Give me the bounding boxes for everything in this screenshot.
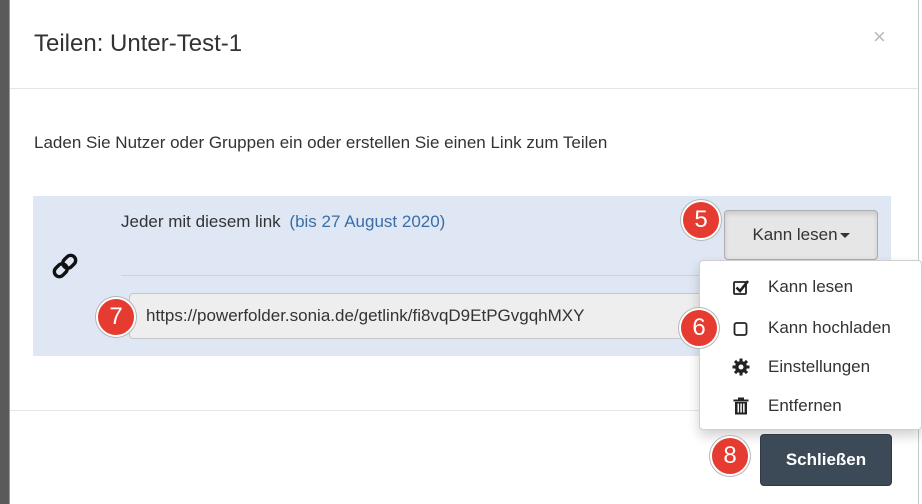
link-icon bbox=[52, 253, 78, 279]
caret-down-icon bbox=[839, 233, 850, 239]
menu-item-label: Kann lesen bbox=[768, 277, 854, 296]
checkbox-checked-icon bbox=[733, 280, 750, 295]
dialog-header: Teilen: Unter-Test-1 × bbox=[10, 0, 918, 89]
close-icon[interactable]: × bbox=[873, 24, 886, 50]
step-badge-7: 7 bbox=[96, 297, 136, 337]
menu-item-kann-lesen[interactable]: Kann lesen bbox=[700, 268, 922, 306]
menu-item-entfernen[interactable]: Entfernen bbox=[700, 387, 922, 425]
menu-item-label: Entfernen bbox=[768, 396, 842, 415]
permission-dropdown-button[interactable]: Kann lesen bbox=[724, 210, 878, 260]
share-link-expiry[interactable]: (bis 27 August 2020) bbox=[289, 212, 445, 231]
share-link-label: Jeder mit diesem link (bis 27 August 202… bbox=[121, 212, 445, 232]
step-badge-5: 5 bbox=[681, 200, 721, 240]
permission-menu: Kann lesen Kann hochladen Einstellungen bbox=[699, 260, 922, 430]
dialog-title: Teilen: Unter-Test-1 bbox=[34, 30, 243, 57]
intro-text: Laden Sie Nutzer oder Gruppen ein oder e… bbox=[34, 133, 608, 152]
share-link-audience: Jeder mit diesem link bbox=[121, 212, 281, 231]
gear-icon bbox=[732, 358, 750, 376]
menu-item-kann-hochladen[interactable]: Kann hochladen bbox=[700, 309, 922, 347]
close-dialog-button[interactable]: Schließen bbox=[760, 434, 892, 486]
menu-item-einstellungen[interactable]: Einstellungen bbox=[700, 348, 922, 386]
permission-button-label: Kann lesen bbox=[752, 225, 838, 244]
menu-item-label: Einstellungen bbox=[768, 357, 871, 376]
checkbox-empty-icon bbox=[733, 322, 748, 336]
step-badge-8: 8 bbox=[710, 436, 750, 476]
share-url-field[interactable]: https://powerfolder.sonia.de/getlink/fi8… bbox=[129, 293, 749, 339]
menu-item-label: Kann hochladen bbox=[768, 318, 891, 337]
step-badge-6: 6 bbox=[679, 308, 719, 348]
trash-icon bbox=[733, 397, 749, 415]
